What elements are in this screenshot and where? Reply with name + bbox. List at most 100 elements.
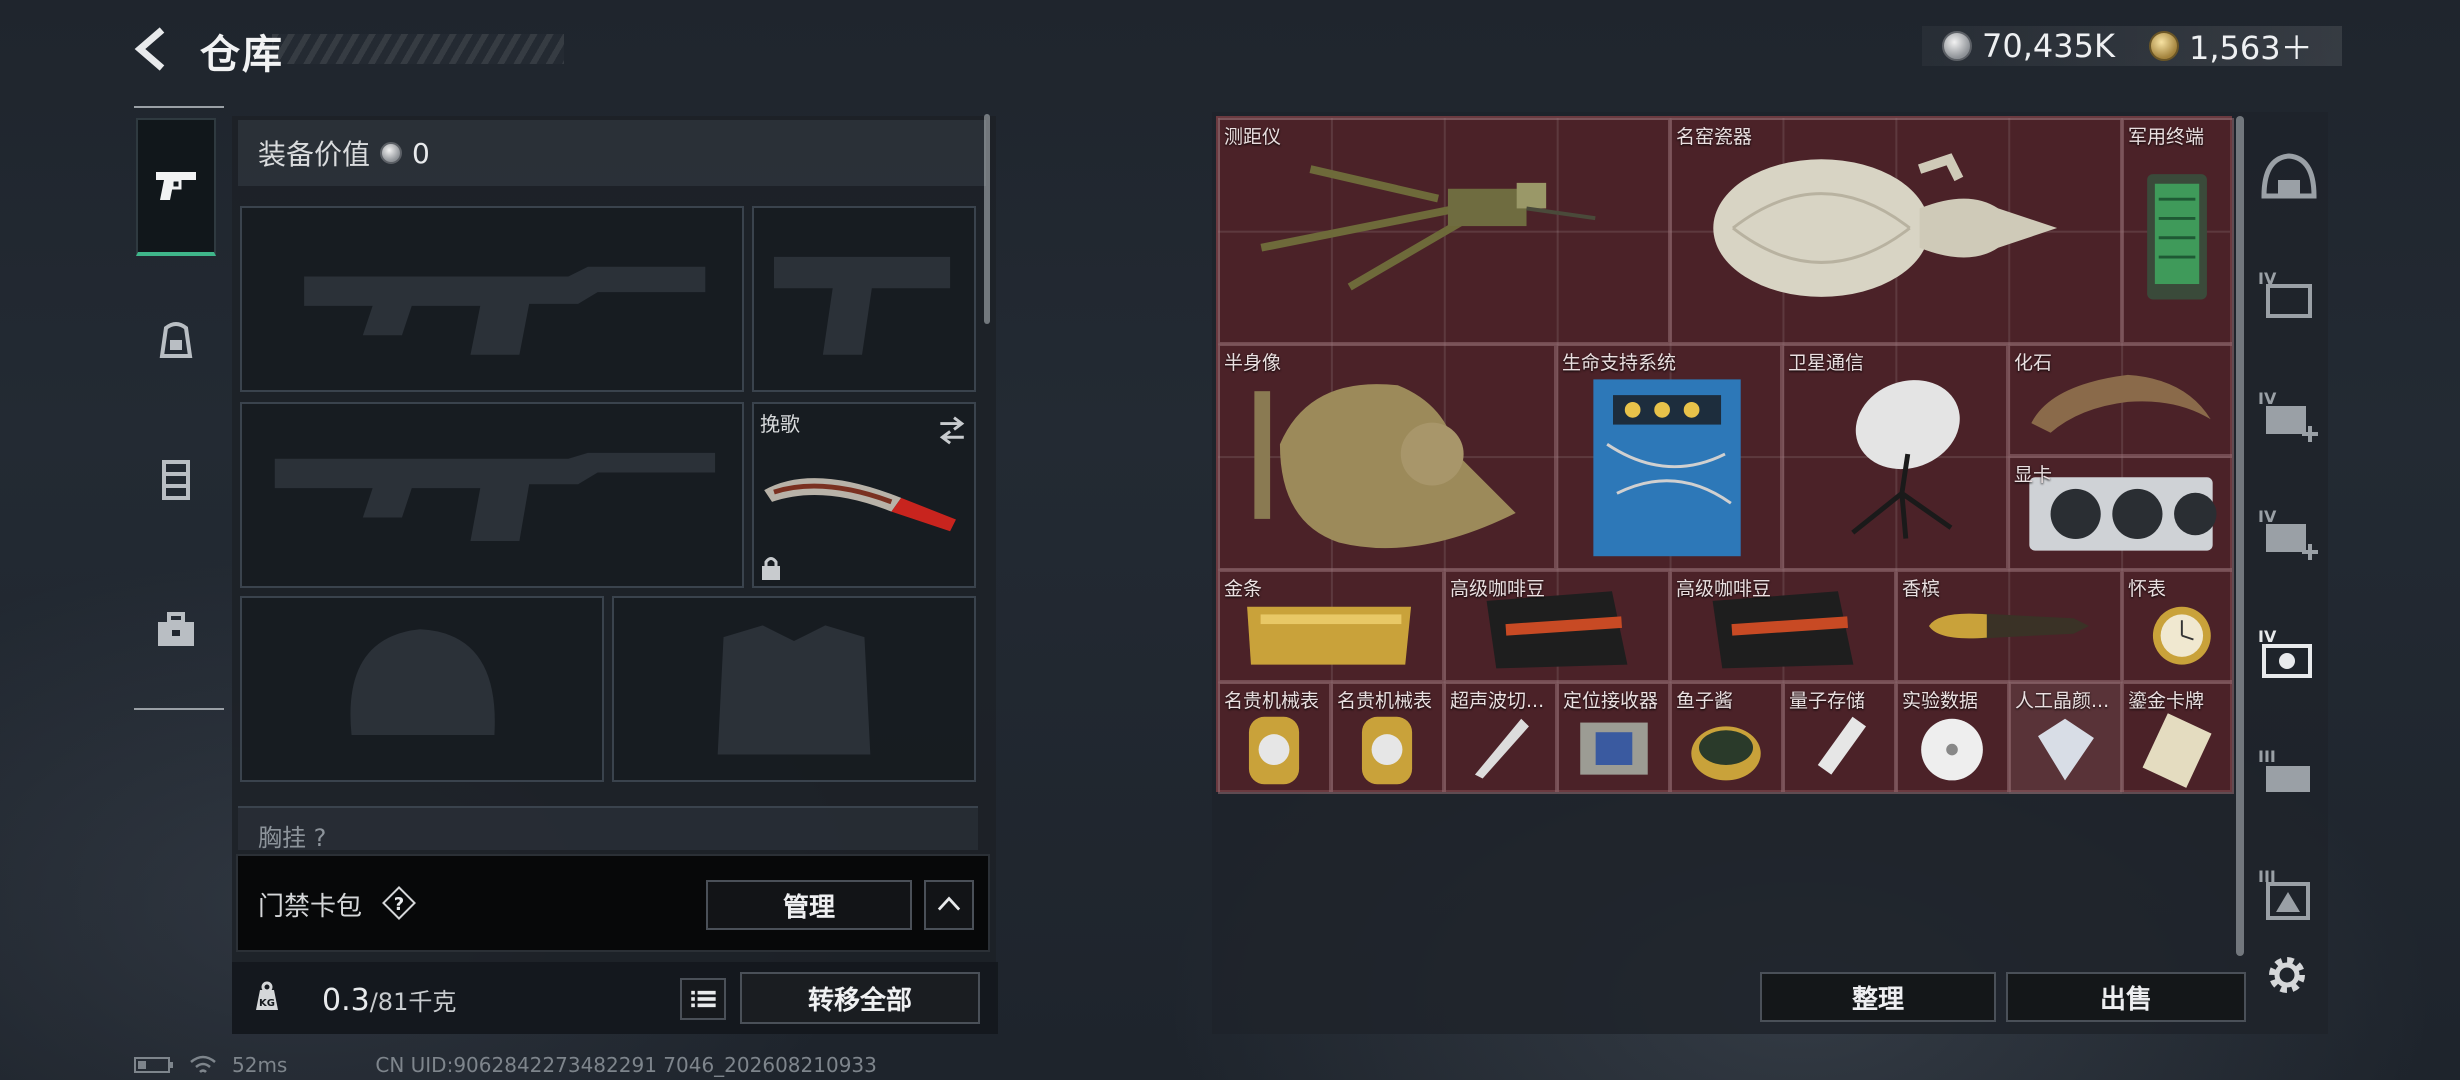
currency-bar: 70,435K 1,563＋ [1922, 23, 2342, 69]
uid-text: CN UID:9062842273482291 7046_20260821093… [375, 1053, 877, 1077]
item-label: 鎏金卡牌 [2128, 690, 2205, 712]
item-label: 高级咖啡豆 [1676, 578, 1772, 600]
helmet-icon[interactable] [2254, 144, 2324, 214]
item-label: 鱼子酱 [1676, 690, 1734, 712]
armor-slot[interactable] [612, 596, 976, 782]
storage-item[interactable]: 超声波切... [1444, 682, 1557, 794]
svg-text:III: III [2258, 747, 2276, 766]
storage-item[interactable]: 高级咖啡豆 [1670, 570, 1896, 682]
storage-item[interactable]: 金条 [1218, 570, 1444, 682]
item-label: 卫星通信 [1788, 352, 1865, 374]
chest-rig-label: 胸挂 ? [258, 824, 327, 850]
weight-max: /81千克 [369, 988, 457, 1016]
storage-grid: 测距仪 名窑瓷器 军用终端 半身像 生命支持系统 卫星通信 化石 显卡 金条 高… [1216, 116, 2234, 794]
item-label: 名贵机械表 [1337, 690, 1433, 712]
storage-item[interactable]: 卫星通信 [1782, 344, 2008, 570]
pistol-icon [156, 172, 196, 200]
item-label: 生命支持系统 [1562, 352, 1677, 374]
tab-backpack[interactable] [136, 280, 216, 400]
tab-weapons[interactable] [136, 118, 216, 256]
silver-coin-icon [1942, 31, 1972, 61]
tab-toolbox[interactable] [136, 570, 216, 690]
pistol-silhouette-icon [773, 256, 951, 355]
storage-item[interactable]: 名贵机械表 [1218, 682, 1331, 794]
svg-text:IV: IV [2258, 389, 2277, 408]
tab-vest[interactable] [136, 420, 216, 540]
item-label: 化石 [2014, 352, 2053, 374]
weight-bar: KG 0.3/81千克 转移全部 [232, 962, 998, 1034]
list-icon[interactable] [680, 978, 726, 1020]
armor-silhouette-icon [717, 625, 871, 755]
tripod-rangefinder-icon [1260, 165, 1596, 291]
medkit-iv-2-icon[interactable]: IV [2254, 500, 2324, 570]
helmet-slot[interactable] [240, 596, 604, 782]
secondary-weapon-slot[interactable] [240, 402, 744, 588]
storage-item[interactable]: 量子存储 [1783, 682, 1896, 794]
storage-item[interactable]: 测距仪 [1218, 118, 1670, 344]
help-icon[interactable]: ? [382, 886, 416, 920]
svg-text:?: ? [394, 894, 404, 915]
chevron-up-icon[interactable] [924, 880, 974, 930]
equipment-value: 0 [412, 136, 430, 170]
sort-button[interactable]: 整理 [1760, 972, 1996, 1022]
storage-item[interactable]: 高级咖啡豆 [1444, 570, 1670, 682]
crate-iii-icon[interactable]: III [2254, 740, 2324, 810]
gear-icon[interactable] [2262, 950, 2312, 1000]
item-label: 高级咖啡豆 [1450, 578, 1546, 600]
battery-icon [134, 1057, 173, 1073]
medkit-iv-icon[interactable]: IV [2254, 382, 2324, 452]
equipment-value-label: 装备价值 [258, 138, 371, 171]
gold-balance[interactable]: 1,563＋ [2189, 23, 2313, 69]
box-iii-icon[interactable]: III [2254, 860, 2324, 930]
storage-item[interactable]: 怀表 [2122, 570, 2234, 682]
equipment-scrollbar[interactable] [984, 114, 990, 324]
item-label: 量子存储 [1789, 690, 1866, 712]
storage-item[interactable]: 鱼子酱 [1670, 682, 1783, 794]
storage-item[interactable]: 生命支持系统 [1556, 344, 1782, 570]
item-label: 名窑瓷器 [1676, 126, 1753, 148]
storage-item[interactable]: 香槟 [1896, 570, 2122, 682]
storage-item[interactable]: 人工晶颜... [2009, 682, 2122, 794]
storage-item[interactable]: 定位接收器 [1557, 682, 1670, 794]
military-terminal-icon [2147, 174, 2207, 300]
storage-item[interactable]: 名贵机械表 [1331, 682, 1444, 794]
manage-button[interactable]: 管理 [706, 880, 912, 930]
keycard-bar: 门禁卡包 ? 管理 [236, 854, 990, 952]
pistol-slot[interactable] [752, 206, 976, 392]
lock-icon [762, 557, 780, 580]
item-label: 香槟 [1902, 578, 1941, 600]
melee-slot[interactable]: 挽歌 [752, 402, 976, 588]
item-label: 怀表 [2128, 578, 2167, 600]
storage-item[interactable]: 鎏金卡牌 [2122, 682, 2234, 794]
item-label: 人工晶颜... [2015, 690, 2110, 712]
storage-item[interactable]: 半身像 [1218, 344, 1556, 570]
camera-iv-icon[interactable]: IV [2254, 620, 2324, 690]
primary-weapon-slot[interactable] [240, 206, 744, 392]
chest-rig-slot[interactable]: 胸挂 ? [238, 806, 978, 850]
storage-item[interactable]: 显卡 [2008, 456, 2234, 570]
transfer-all-button[interactable]: 转移全部 [740, 972, 980, 1024]
rifle-silhouette-icon [274, 452, 716, 541]
status-footer: 52ms CN UID:9062842273482291 7046_202608… [134, 1052, 877, 1078]
crate-iv-icon[interactable]: IV [2254, 262, 2324, 332]
silver-coin-icon [380, 142, 403, 164]
storage-scrollbar[interactable] [2236, 116, 2244, 956]
storage-item[interactable]: 实验数据 [1896, 682, 2009, 794]
gold-coin-icon [2148, 31, 2179, 61]
rail-divider [134, 708, 224, 710]
rifle-silhouette-icon [304, 266, 706, 355]
svg-text:KG: KG [259, 998, 275, 1009]
rail-divider [134, 106, 224, 108]
item-label: 名贵机械表 [1224, 690, 1320, 712]
porcelain-vase-icon [1713, 153, 2058, 297]
storage-item[interactable]: 军用终端 [2122, 118, 2234, 344]
item-label: 定位接收器 [1563, 690, 1659, 712]
toolbox-icon [158, 612, 194, 646]
equipment-value-header: 装备价值 0 [238, 120, 986, 186]
back-button[interactable] [132, 26, 178, 72]
storage-item[interactable]: 化石 [2008, 344, 2234, 456]
satellite-dish-icon [1851, 380, 1960, 539]
item-label: 实验数据 [1902, 690, 1979, 712]
storage-item[interactable]: 名窑瓷器 [1670, 118, 2122, 344]
sell-button[interactable]: 出售 [2006, 972, 2246, 1022]
